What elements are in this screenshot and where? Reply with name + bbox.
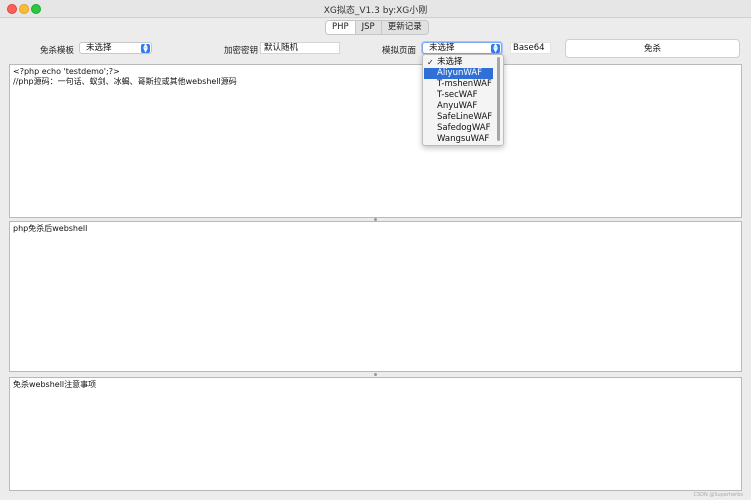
dropdown-option[interactable]: SafedogWAF (424, 123, 493, 134)
page-select-value: 未选择 (429, 43, 455, 53)
base64-field[interactable]: Base64 (510, 42, 551, 54)
title-bar: XG拟态_V1.3 by:XG小刚 (0, 0, 751, 18)
dropdown-option[interactable]: AnyuWAF (424, 101, 493, 112)
dropdown-option[interactable]: SafeLineWAF (424, 112, 493, 123)
watermark: CSDN @Superherbs (693, 492, 744, 498)
tab-jsp[interactable]: JSP (354, 21, 381, 34)
dropdown-option[interactable]: WangsuWAF (424, 134, 493, 145)
template-label: 免杀模板 (40, 46, 75, 56)
dropdown-option[interactable]: T-mshenWAF (424, 79, 493, 90)
dropdown-option[interactable]: T-secWAF (424, 90, 493, 101)
tab-php[interactable]: PHP (326, 21, 355, 34)
template-select[interactable]: 未选择 ▲ ▼ (79, 42, 152, 54)
dropdown-option[interactable]: ✓ 未选择 (424, 57, 493, 68)
chevron-updown-icon: ▲ ▼ (141, 43, 150, 53)
key-input[interactable]: 默认随机 (260, 42, 340, 54)
dropdown-option[interactable]: AliyunWAF (424, 68, 493, 79)
key-label: 加密密钥 (224, 46, 259, 56)
chevron-updown-icon: ▲ ▼ (491, 43, 500, 53)
template-select-value: 未选择 (86, 43, 112, 53)
page-dropdown-menu: ✓ 未选择 AliyunWAF T-mshenWAF T-secWAF AnyuW… (422, 54, 504, 146)
notes-textarea[interactable]: 免杀webshell注意事项 (9, 377, 742, 491)
tab-bar: PHP JSP 更新记录 (325, 20, 429, 35)
page-label: 模拟页面 (382, 46, 417, 56)
source-code-textarea[interactable]: <?php echo 'testdemo';?> //php源码：一句话、蚁剑、… (9, 64, 742, 218)
dropdown-scrollbar[interactable] (497, 57, 500, 141)
window-title: XG拟态_V1.3 by:XG小刚 (323, 6, 428, 16)
generate-button[interactable]: 免杀 (565, 39, 740, 58)
splitter-handle[interactable] (374, 373, 377, 376)
result-textarea[interactable]: php免杀后webshell (9, 221, 742, 372)
page-select[interactable]: 未选择 ▲ ▼ (422, 42, 502, 54)
tab-changelog[interactable]: 更新记录 (380, 21, 428, 34)
checkmark-icon: ✓ (427, 58, 434, 67)
